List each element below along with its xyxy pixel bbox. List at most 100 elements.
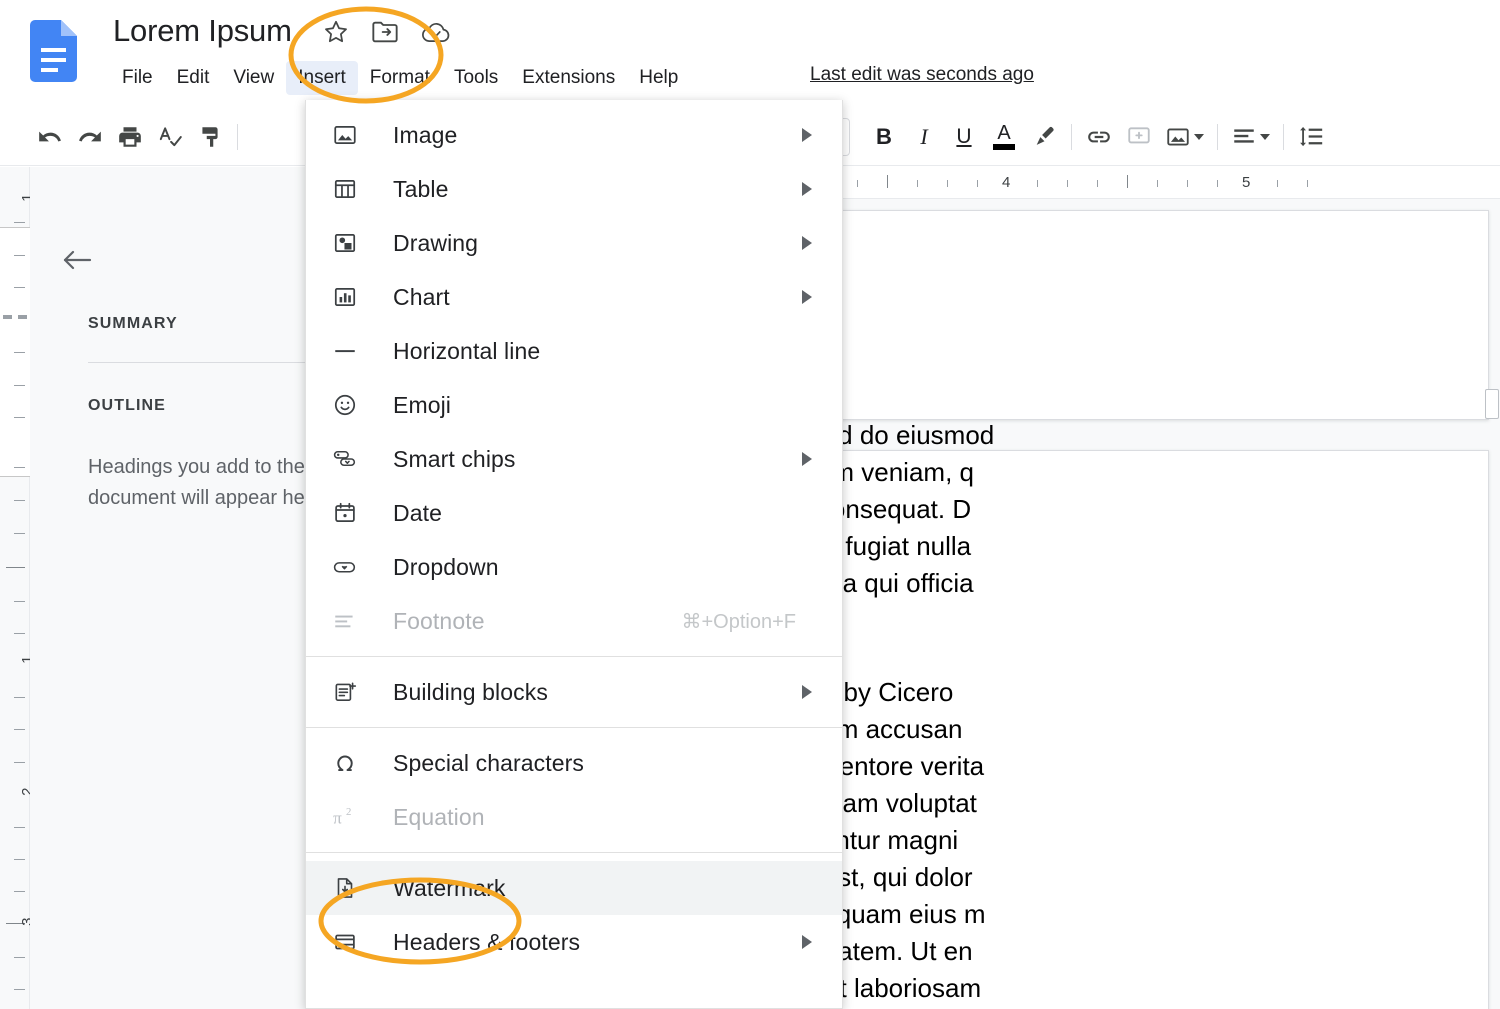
smart-chips-icon	[332, 446, 362, 472]
menu-item-label: Building blocks	[393, 679, 548, 706]
insert-image-icon[interactable]	[1159, 117, 1210, 157]
menu-extensions[interactable]: Extensions	[510, 61, 627, 95]
hruler-number-4: 4	[1002, 174, 1010, 191]
line-spacing-icon[interactable]	[1291, 117, 1331, 157]
table-icon	[332, 176, 362, 202]
document-title[interactable]: Lorem Ipsum	[113, 13, 292, 49]
print-icon[interactable]	[110, 117, 150, 157]
paint-format-icon[interactable]	[190, 117, 230, 157]
summary-heading: SUMMARY	[88, 315, 178, 333]
menu-item-table[interactable]: Table	[306, 162, 842, 216]
menu-item-watermark[interactable]: Watermark	[306, 861, 842, 915]
menu-item-smart-chips[interactable]: Smart chips	[306, 432, 842, 486]
footnote-icon	[332, 608, 362, 634]
undo-icon[interactable]	[30, 117, 70, 157]
menu-item-headers-footers[interactable]: Headers & footers	[306, 915, 842, 969]
menu-item-label: Equation	[393, 804, 485, 831]
page-side-handle[interactable]	[1485, 389, 1499, 419]
last-edit-status[interactable]: Last edit was seconds ago	[810, 64, 1034, 86]
menu-help[interactable]: Help	[627, 61, 690, 95]
menu-item-label: Headers & footers	[393, 929, 580, 956]
underline-button[interactable]: U	[944, 117, 984, 157]
menu-item-emoji[interactable]: Emoji	[306, 378, 842, 432]
vertical-ruler[interactable]: 1 1 2 3	[0, 167, 30, 1009]
bold-button[interactable]: B	[864, 117, 904, 157]
cloud-saved-icon[interactable]	[421, 21, 451, 50]
submenu-arrow-icon	[802, 236, 812, 250]
menu-item-label: Special characters	[393, 750, 584, 777]
menu-item-label: Watermark	[393, 875, 506, 902]
menu-item-special-characters[interactable]: Special characters	[306, 736, 842, 790]
text-color-swatch	[993, 144, 1015, 150]
menu-separator	[306, 852, 842, 853]
highlight-icon[interactable]	[1024, 117, 1064, 157]
image-icon	[332, 122, 362, 148]
menu-separator	[306, 727, 842, 728]
menu-item-drawing[interactable]: Drawing	[306, 216, 842, 270]
comment-icon[interactable]	[1119, 117, 1159, 157]
watermark-icon	[332, 875, 362, 901]
headers-footers-icon	[332, 929, 362, 955]
move-to-folder-icon[interactable]	[371, 19, 399, 50]
google-docs-logo-icon[interactable]	[30, 20, 77, 82]
menu-item-shortcut: ⌘+Option+F	[681, 609, 820, 634]
menu-item-footnote: Footnote ⌘+Option+F	[306, 594, 842, 648]
menu-view[interactable]: View	[221, 61, 286, 95]
menu-item-chart[interactable]: Chart	[306, 270, 842, 324]
top-margin-marker[interactable]	[3, 315, 27, 319]
menu-item-dropdown[interactable]: Dropdown	[306, 540, 842, 594]
redo-icon[interactable]	[70, 117, 110, 157]
dropdown-icon	[332, 554, 362, 580]
menu-item-label: Drawing	[393, 230, 478, 257]
menu-item-label: Table	[393, 176, 448, 203]
menu-item-label: Chart	[393, 284, 450, 311]
equation-icon: π 2	[332, 804, 362, 830]
document-outline-panel: SUMMARY OUTLINE Headings you add to the …	[30, 167, 318, 1009]
menu-bar: File Edit View Insert Format Tools Exten…	[110, 60, 690, 96]
menu-edit[interactable]: Edit	[165, 61, 222, 95]
outline-heading: OUTLINE	[88, 397, 166, 415]
menu-item-label: Emoji	[393, 392, 451, 419]
title-bar: Lorem Ipsum File Edit View Insert Format	[0, 0, 1500, 108]
submenu-arrow-icon	[802, 290, 812, 304]
close-outline-back-icon[interactable]	[60, 245, 94, 280]
menu-item-horizontal-line[interactable]: Horizontal line	[306, 324, 842, 378]
italic-button[interactable]: I	[904, 117, 944, 157]
submenu-arrow-icon	[802, 128, 812, 142]
spellcheck-icon[interactable]	[150, 117, 190, 157]
insert-image-caret-icon[interactable]	[1194, 134, 1204, 140]
menu-format[interactable]: Format	[358, 61, 442, 95]
hruler-number-5: 5	[1242, 174, 1250, 191]
text-color-button[interactable]: A	[984, 117, 1024, 157]
link-icon[interactable]	[1079, 117, 1119, 157]
toolbar-divider-2	[1071, 124, 1072, 150]
google-docs-window: Lorem Ipsum File Edit View Insert Format	[0, 0, 1500, 1009]
outline-empty-text: Headings you add to the document will ap…	[88, 452, 340, 514]
horizontal-line-icon	[332, 338, 362, 364]
toolbar-divider-3	[1217, 124, 1218, 150]
menu-file[interactable]: File	[110, 61, 165, 95]
star-icon[interactable]	[322, 18, 350, 51]
omega-icon	[332, 750, 362, 776]
menu-separator	[306, 656, 842, 657]
menu-item-image[interactable]: Image	[306, 108, 842, 162]
align-icon[interactable]	[1225, 117, 1276, 157]
insert-dropdown-menu: Image Table Drawing Chart	[305, 100, 843, 1009]
menu-item-equation: π 2 Equation	[306, 790, 842, 844]
menu-item-date[interactable]: Date	[306, 486, 842, 540]
menu-item-label: Footnote	[393, 608, 485, 635]
submenu-arrow-icon	[802, 935, 812, 949]
building-blocks-icon	[332, 679, 362, 705]
menu-item-label: Dropdown	[393, 554, 499, 581]
submenu-arrow-icon	[802, 182, 812, 196]
menu-tools[interactable]: Tools	[442, 61, 510, 95]
submenu-arrow-icon	[802, 452, 812, 466]
menu-item-label: Date	[393, 500, 442, 527]
align-caret-icon[interactable]	[1260, 134, 1270, 140]
menu-insert[interactable]: Insert	[286, 61, 358, 95]
svg-text:2: 2	[346, 806, 351, 818]
date-icon	[332, 500, 362, 526]
text-color-label: A	[997, 124, 1010, 143]
menu-item-building-blocks[interactable]: Building blocks	[306, 665, 842, 719]
menu-item-label: Horizontal line	[393, 338, 540, 365]
